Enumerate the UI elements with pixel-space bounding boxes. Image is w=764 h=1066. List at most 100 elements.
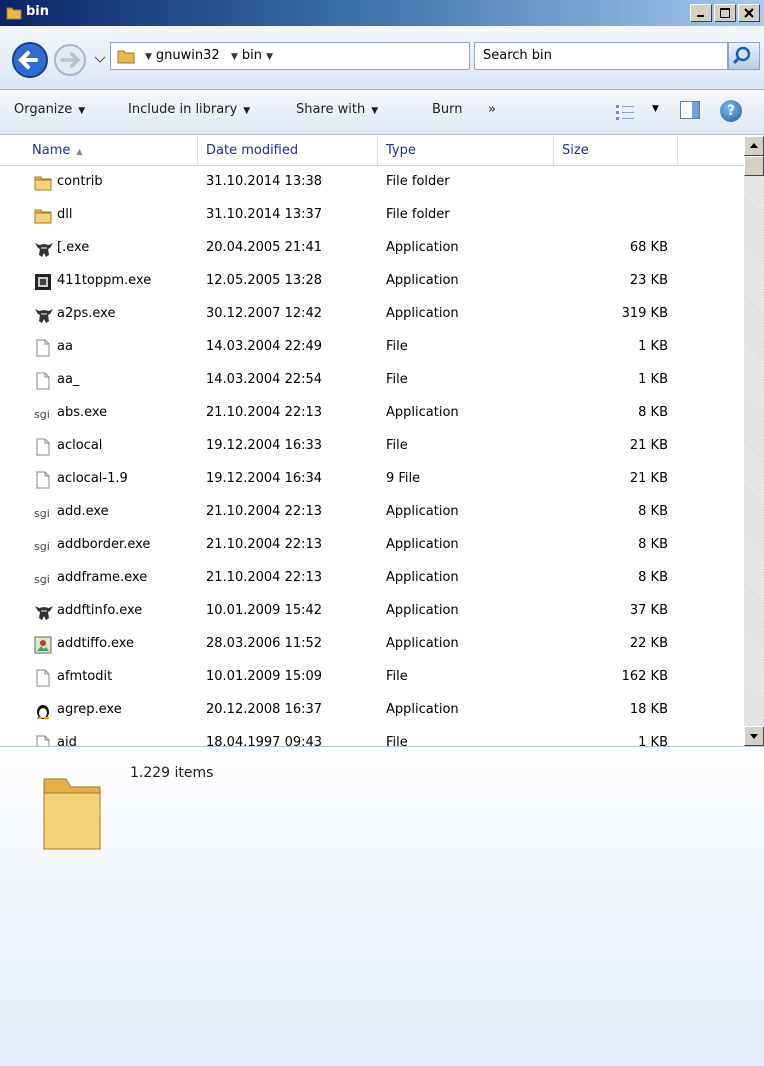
forward-button[interactable] [50, 40, 90, 80]
file-row[interactable]: sgi addframe.exe 21.10.2004 22:13 Applicati… [0, 562, 744, 595]
file-name: add.exe [57, 504, 109, 519]
search-input[interactable]: Search bin [474, 42, 728, 70]
file-date-modified: 18.04.1997 09:43 [206, 735, 323, 746]
file-size: 319 KB [621, 306, 668, 321]
file-row[interactable]: afmtodit 10.01.2009 15:09 File 162 KB [0, 661, 744, 694]
file-size: 1 KB [638, 339, 668, 354]
file-date-modified: 10.01.2009 15:42 [206, 603, 323, 618]
gnu-app-icon [34, 306, 53, 324]
file-type: Application [386, 603, 459, 618]
file-name: dll [57, 207, 73, 222]
file-date-modified: 14.03.2004 22:49 [206, 339, 323, 354]
maximize-button[interactable] [714, 4, 736, 22]
file-icon [34, 669, 52, 687]
file-name: contrib [57, 174, 103, 189]
file-row[interactable]: sgi add.exe 21.10.2004 22:13 Application 8 K… [0, 496, 744, 529]
file-size: 8 KB [638, 537, 668, 552]
file-type: Application [386, 240, 459, 255]
back-button[interactable] [10, 40, 50, 80]
file-row[interactable]: 411toppm.exe 12.05.2005 13:28 Application 2… [0, 265, 744, 298]
file-type: Application [386, 570, 459, 585]
file-date-modified: 20.04.2005 21:41 [206, 240, 323, 255]
file-name: addframe.exe [57, 570, 148, 585]
file-size: 21 KB [629, 438, 668, 453]
vertical-scrollbar[interactable] [744, 136, 764, 746]
file-name: agrep.exe [57, 702, 122, 717]
file-date-modified: 14.03.2004 22:54 [206, 372, 323, 387]
svg-text:sgi: sgi [34, 573, 50, 586]
file-size: 1 KB [638, 735, 668, 746]
file-icon [34, 438, 52, 456]
column-headers: Name ▲ Date modified Type Size [0, 136, 744, 166]
file-date-modified: 21.10.2004 22:13 [206, 504, 323, 519]
minimize-button[interactable] [690, 4, 712, 22]
file-row[interactable]: addtiffo.exe 28.03.2006 11:52 Application 2… [0, 628, 744, 661]
file-type: Application [386, 405, 459, 420]
search-button[interactable] [728, 42, 760, 70]
address-box[interactable]: ▼gnuwin32 ▼bin ▼ ▼ [110, 42, 525, 70]
file-row[interactable]: addftinfo.exe 10.01.2009 15:42 Application… [0, 595, 744, 628]
more-commands-button[interactable]: » [488, 102, 496, 117]
file-size: 18 KB [629, 702, 668, 717]
file-row[interactable]: sgi abs.exe 21.10.2004 22:13 Application 8 K… [0, 397, 744, 430]
column-header-name[interactable]: Name ▲ [24, 136, 198, 166]
history-dropdown-icon[interactable] [94, 53, 106, 68]
organize-menu[interactable]: Organize ▼ [14, 102, 85, 117]
column-header-date[interactable]: Date modified [198, 136, 378, 166]
netpbm-app-icon [34, 273, 52, 291]
file-row[interactable]: aclocal 19.12.2004 16:33 File 21 KB [0, 430, 744, 463]
share-with-menu[interactable]: Share with ▼ [296, 102, 378, 117]
file-date-modified: 12.05.2005 13:28 [206, 273, 323, 288]
breadcrumb-bin[interactable]: ▼ bin ▼ [231, 48, 277, 63]
file-row[interactable]: [.exe 20.04.2005 21:41 Application 68 KB [0, 232, 744, 265]
window-title: bin [26, 4, 50, 19]
file-date-modified: 21.10.2004 22:13 [206, 537, 323, 552]
close-button[interactable] [738, 4, 760, 22]
folder-icon [40, 765, 104, 859]
scroll-down-button[interactable] [744, 726, 764, 746]
column-header-size[interactable]: Size [554, 136, 678, 166]
file-icon [34, 471, 52, 489]
file-name: aa [57, 339, 73, 354]
sort-ascending-icon: ▲ [76, 147, 83, 156]
file-row[interactable]: aclocal-1.9 19.12.2004 16:34 9 File 21 KB [0, 463, 744, 496]
change-view-icon[interactable] [614, 102, 638, 126]
file-icon [34, 735, 52, 746]
help-icon[interactable]: ? [720, 100, 742, 122]
file-list: contrib 31.10.2014 13:38 File folder dll 31.… [0, 166, 744, 746]
scroll-up-button[interactable] [744, 136, 764, 156]
file-row[interactable]: dll 31.10.2014 13:37 File folder [0, 199, 744, 232]
file-size: 8 KB [638, 504, 668, 519]
file-icon [34, 372, 52, 390]
file-name: [.exe [57, 240, 90, 255]
column-header-type[interactable]: Type [378, 136, 554, 166]
file-icon [34, 339, 52, 357]
file-row[interactable]: aid 18.04.1997 09:43 File 1 KB [0, 727, 744, 746]
preview-pane-icon[interactable] [680, 101, 700, 119]
file-row[interactable]: aa 14.03.2004 22:49 File 1 KB [0, 331, 744, 364]
file-row[interactable]: sgi addborder.exe 21.10.2004 22:13 Applicat… [0, 529, 744, 562]
file-name: addftinfo.exe [57, 603, 143, 618]
file-type: Application [386, 702, 459, 717]
scroll-track[interactable] [744, 176, 764, 726]
file-row[interactable]: agrep.exe 20.12.2008 16:37 Application 18 K… [0, 694, 744, 727]
view-dropdown-icon[interactable]: ▼ [652, 104, 659, 114]
breadcrumb-gnuwin32[interactable]: ▼ gnuwin32 [145, 48, 220, 63]
svg-text:sgi: sgi [34, 408, 50, 421]
sgi-app-icon: sgi [34, 405, 52, 423]
file-type: File [386, 372, 408, 387]
scroll-thumb[interactable] [744, 156, 764, 176]
file-row[interactable]: aa_ 14.03.2004 22:54 File 1 KB [0, 364, 744, 397]
file-row[interactable]: a2ps.exe 30.12.2007 12:42 Application 319 K… [0, 298, 744, 331]
burn-button[interactable]: Burn [432, 102, 463, 117]
title-bar[interactable]: bin [0, 0, 764, 26]
file-type: File [386, 438, 408, 453]
file-date-modified: 19.12.2004 16:34 [206, 471, 323, 486]
file-size: 68 KB [629, 240, 668, 255]
details-pane: 1.229 items [0, 746, 764, 1066]
search-icon [732, 46, 751, 65]
gnu-app-icon [34, 603, 53, 621]
file-row[interactable]: contrib 31.10.2014 13:38 File folder [0, 166, 744, 199]
include-in-library-menu[interactable]: Include in library ▼ [128, 102, 250, 117]
file-date-modified: 21.10.2004 22:13 [206, 405, 323, 420]
